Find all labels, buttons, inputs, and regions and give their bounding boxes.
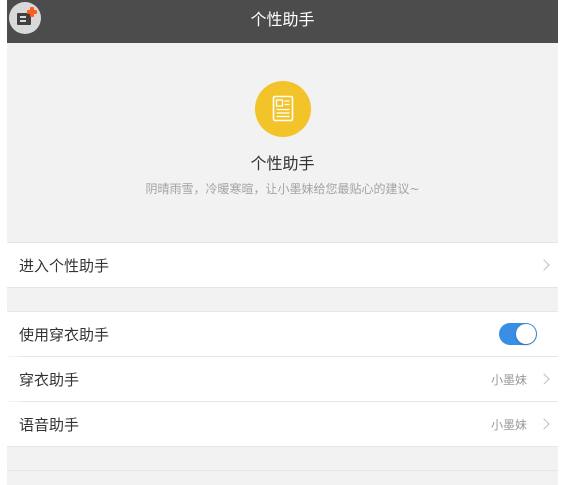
hero-badge: [255, 81, 311, 137]
row-label: 语音助手: [19, 416, 80, 434]
dressing-toggle[interactable]: [499, 323, 537, 345]
use-dressing-row: 使用穿衣助手: [7, 312, 558, 356]
divider: [7, 446, 558, 447]
header-bar: 个性助手: [7, 0, 558, 43]
row-value: 小墨妹: [490, 418, 527, 432]
voice-assistant-row[interactable]: 语音助手 小墨妹: [7, 402, 558, 446]
chevron-right-icon: [538, 373, 550, 385]
chevron-right-icon: [538, 418, 550, 430]
settings-panel: 个性助手 个性助手 阴晴雨雪，冷暖寒暄，让小墨妹给您最贴心的建议~ 进入个性助手: [7, 0, 558, 485]
toggle-knob: [516, 324, 536, 344]
divider: [7, 287, 558, 288]
row-label: 进入个性助手: [19, 257, 110, 275]
divider: [7, 470, 558, 471]
hero-title: 个性助手: [250, 154, 315, 173]
enter-assistant-row[interactable]: 进入个性助手: [7, 243, 558, 287]
screen: 个性助手 个性助手 阴晴雨雪，冷暖寒暄，让小墨妹给您最贴心的建议~ 进入个性助手: [0, 0, 565, 485]
page-title: 个性助手: [250, 10, 315, 29]
row-value: 小墨妹: [490, 373, 527, 387]
dressing-assistant-row[interactable]: 穿衣助手 小墨妹: [7, 357, 558, 401]
row-label: 使用穿衣助手: [19, 326, 110, 344]
chevron-right-icon: [538, 259, 550, 271]
newspaper-icon: [272, 95, 294, 122]
row-label: 穿衣助手: [19, 371, 80, 389]
hero-subtitle: 阴晴雨雪，冷暖寒暄，让小墨妹给您最贴心的建议~: [145, 182, 420, 196]
